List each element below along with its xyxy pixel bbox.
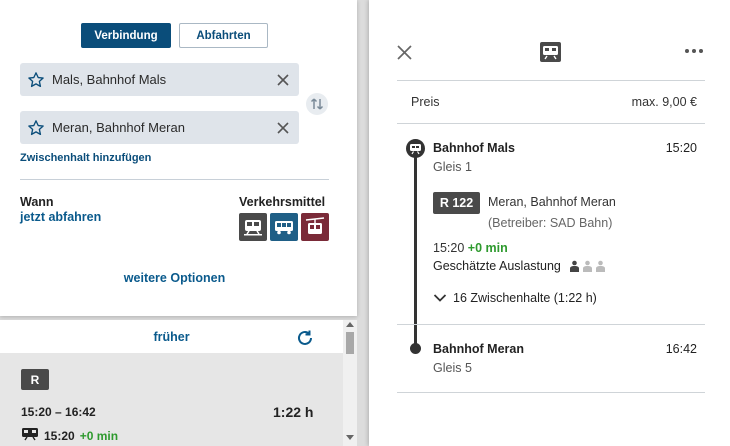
- refresh-icon[interactable]: [296, 329, 314, 352]
- add-via-link[interactable]: Zwischenhalt hinzufügen: [20, 152, 151, 164]
- person-icon: [595, 260, 605, 272]
- earlier-link[interactable]: früher: [153, 330, 189, 344]
- destination-platform: Gleis 5: [433, 361, 472, 375]
- occupancy-indicator: [569, 260, 606, 272]
- connection-item[interactable]: R 15:20 – 16:42 1:22 h 15:20 +0 min: [0, 353, 343, 446]
- departure-time: 15:20: [44, 428, 75, 443]
- tab-verbindung[interactable]: Verbindung: [81, 23, 171, 48]
- person-icon: [582, 260, 592, 272]
- clear-icon[interactable]: [267, 73, 299, 87]
- train-icon: [539, 41, 562, 68]
- divider: [397, 80, 705, 81]
- price-label: Preis: [411, 95, 440, 109]
- scroll-down-arrow[interactable]: [346, 435, 354, 440]
- favorite-star-icon[interactable]: [20, 119, 52, 137]
- transport-modes-label: Verkehrsmittel: [239, 195, 326, 209]
- clear-icon[interactable]: [267, 121, 299, 135]
- intermediate-stops-toggle[interactable]: 16 Zwischenhalte (1:22 h): [433, 291, 597, 305]
- divider: [397, 392, 705, 393]
- person-icon: [569, 260, 579, 272]
- earlier-row: früher: [0, 320, 343, 353]
- origin-name[interactable]: Bahnhof Mals: [433, 141, 515, 155]
- line-badge: R 122: [433, 192, 480, 214]
- scrollbar[interactable]: [343, 320, 357, 446]
- delay-value: +0 min: [467, 241, 508, 255]
- route-line: [414, 155, 417, 347]
- chevron-down-icon: [433, 294, 447, 302]
- divider: [397, 123, 705, 124]
- when-label: Wann: [20, 195, 54, 209]
- departure-time: 15:20: [433, 241, 465, 255]
- to-field[interactable]: Meran, Bahnhof Meran: [20, 111, 299, 144]
- favorite-star-icon[interactable]: [20, 71, 52, 89]
- cable-car-icon[interactable]: [301, 213, 329, 241]
- train-icon: [21, 427, 39, 444]
- stop-dot: [410, 343, 421, 354]
- more-menu-icon[interactable]: [685, 49, 703, 53]
- product-badge: R: [21, 369, 49, 390]
- from-value[interactable]: Mals, Bahnhof Mals: [52, 72, 267, 87]
- swap-icon[interactable]: [306, 93, 328, 115]
- line-direction: Meran, Bahnhof Meran: [488, 195, 616, 209]
- tab-abfahrten[interactable]: Abfahrten: [179, 23, 268, 48]
- search-panel: Verbindung Abfahrten Mals, Bahnhof Mals …: [0, 0, 357, 316]
- transport-modes: [239, 213, 329, 241]
- mode-tabs: Verbindung Abfahrten: [81, 23, 268, 48]
- load-label: Geschätzte Auslastung: [433, 259, 561, 273]
- connection-duration: 1:22 h: [273, 404, 314, 420]
- to-value[interactable]: Meran, Bahnhof Meran: [52, 120, 267, 135]
- destination-time: 16:42: [665, 342, 697, 356]
- scroll-thumb[interactable]: [346, 332, 354, 354]
- train-stop-icon: [406, 139, 425, 158]
- delay-value: +0 min: [79, 428, 119, 443]
- bus-icon[interactable]: [270, 213, 298, 241]
- from-field[interactable]: Mals, Bahnhof Mals: [20, 63, 299, 96]
- departure-line: 15:20 +0 min: [433, 241, 508, 255]
- when-value-link[interactable]: jetzt abfahren: [20, 210, 101, 224]
- results-list: früher R 15:20 – 16:42 1:22 h 15:20 +0 m…: [0, 320, 343, 446]
- intermediate-stops-label[interactable]: 16 Zwischenhalte (1:22 h): [453, 291, 597, 305]
- load-row: Geschätzte Auslastung: [433, 259, 606, 273]
- destination-name[interactable]: Bahnhof Meran: [433, 342, 524, 356]
- origin-time: 15:20: [665, 141, 697, 155]
- connection-detail-panel: Preis max. 9,00 € Bahnhof Mals 15:20 Gle…: [369, 0, 730, 446]
- train-icon[interactable]: [239, 213, 267, 241]
- departure-row: 15:20 +0 min: [21, 427, 118, 444]
- close-icon[interactable]: [396, 44, 413, 66]
- line-operator: (Betreiber: SAD Bahn): [488, 216, 613, 230]
- origin-platform: Gleis 1: [433, 160, 472, 174]
- divider: [397, 324, 705, 325]
- connection-times: 15:20 – 16:42: [21, 405, 96, 419]
- divider: [20, 179, 329, 180]
- more-options-link[interactable]: weitere Optionen: [0, 271, 349, 285]
- scroll-up-arrow[interactable]: [346, 322, 354, 327]
- price-value: max. 9,00 €: [631, 95, 697, 109]
